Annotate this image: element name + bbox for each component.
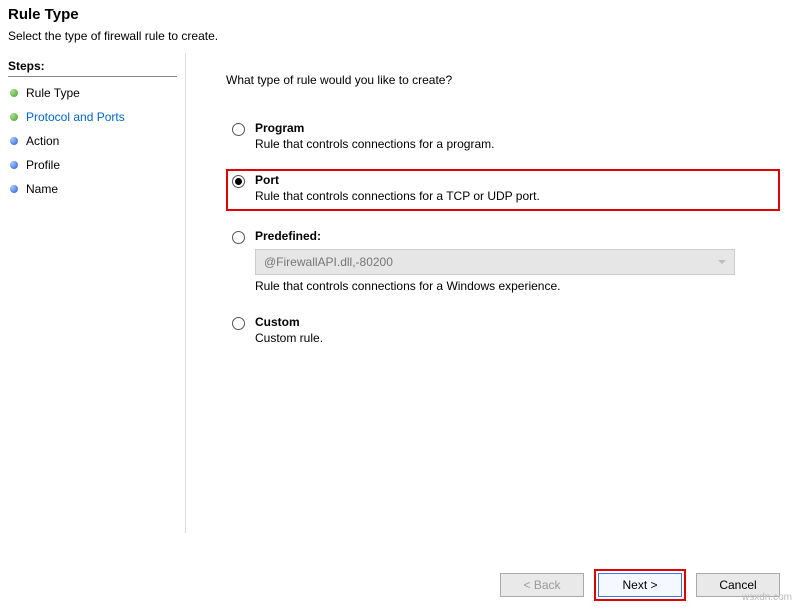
watermark: wsxdn.com xyxy=(742,592,792,603)
option-custom-desc: Custom rule. xyxy=(255,331,776,345)
option-port-title: Port xyxy=(255,173,774,187)
step-bullet-icon xyxy=(10,185,18,193)
next-button-highlight: Next > xyxy=(594,569,686,601)
step-protocol-and-ports[interactable]: Protocol and Ports xyxy=(8,105,177,129)
step-label: Name xyxy=(26,182,58,196)
step-bullet-icon xyxy=(10,113,18,121)
prompt-text: What type of rule would you like to crea… xyxy=(226,73,780,87)
page-subtitle: Select the type of firewall rule to crea… xyxy=(8,29,792,43)
next-button[interactable]: Next > xyxy=(598,573,682,597)
step-bullet-icon xyxy=(10,161,18,169)
predefined-dropdown[interactable]: @FirewallAPI.dll,-80200 xyxy=(255,249,735,275)
back-button: < Back xyxy=(500,573,584,597)
main-panel: What type of rule would you like to crea… xyxy=(185,53,800,533)
page-title: Rule Type xyxy=(8,6,792,23)
step-label: Profile xyxy=(26,158,60,172)
step-profile[interactable]: Profile xyxy=(8,153,177,177)
step-name[interactable]: Name xyxy=(8,177,177,201)
option-custom-title: Custom xyxy=(255,315,776,329)
step-label: Rule Type xyxy=(26,86,80,100)
radio-custom[interactable] xyxy=(232,317,245,330)
steps-sidebar: Steps: Rule Type Protocol and Ports Acti… xyxy=(0,53,185,533)
step-label: Protocol and Ports xyxy=(26,110,125,124)
radio-program[interactable] xyxy=(232,123,245,136)
option-program-desc: Rule that controls connections for a pro… xyxy=(255,137,776,151)
option-port-desc: Rule that controls connections for a TCP… xyxy=(255,189,774,203)
step-action[interactable]: Action xyxy=(8,129,177,153)
steps-heading: Steps: xyxy=(8,59,177,77)
option-predefined-desc: Rule that controls connections for a Win… xyxy=(255,279,776,293)
option-port[interactable]: Port Rule that controls connections for … xyxy=(226,169,780,211)
option-predefined-title: Predefined: xyxy=(255,229,776,243)
radio-port[interactable] xyxy=(232,175,245,188)
step-bullet-icon xyxy=(10,137,18,145)
option-custom[interactable]: Custom Custom rule. xyxy=(226,311,780,349)
wizard-header: Rule Type Select the type of firewall ru… xyxy=(0,0,800,53)
wizard-footer: < Back Next > Cancel xyxy=(500,569,780,601)
step-rule-type[interactable]: Rule Type xyxy=(8,81,177,105)
option-program-title: Program xyxy=(255,121,776,135)
option-predefined[interactable]: Predefined: @FirewallAPI.dll,-80200 Rule… xyxy=(226,225,780,297)
step-label: Action xyxy=(26,134,59,148)
radio-predefined[interactable] xyxy=(232,231,245,244)
option-program[interactable]: Program Rule that controls connections f… xyxy=(226,117,780,155)
step-bullet-icon xyxy=(10,89,18,97)
